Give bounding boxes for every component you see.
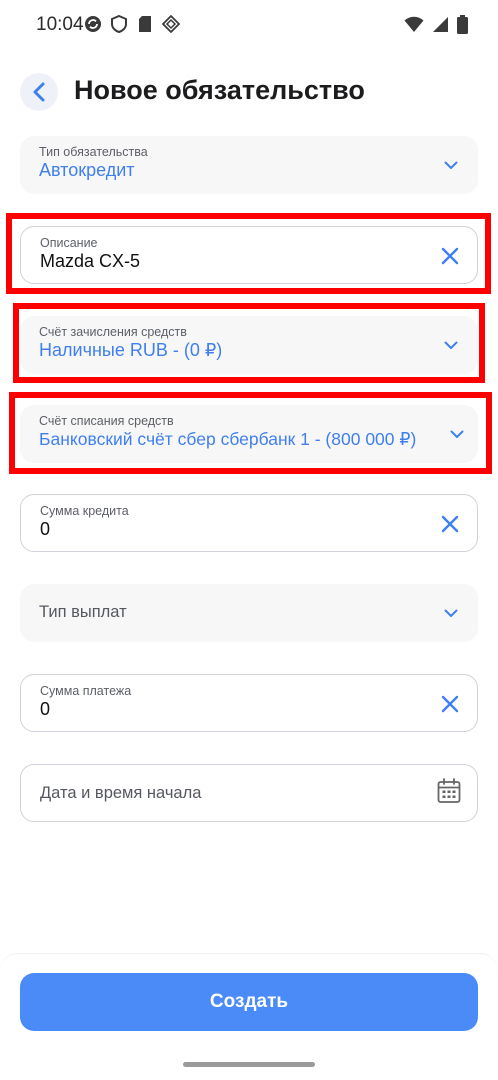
screen: 10:04 Новое обязательство Тип обязательс… [0, 0, 498, 1080]
payment-amount-value: 0 [40, 699, 51, 719]
description-label: Описание [40, 236, 98, 250]
clear-loan-amount-icon[interactable] [437, 511, 463, 537]
credit-account-label: Счёт зачисления средств [39, 325, 187, 339]
chevron-down-icon [438, 332, 464, 358]
shield-icon [110, 15, 128, 33]
sync-icon [84, 15, 102, 33]
status-bar: 10:04 [0, 0, 498, 50]
payment-amount-field[interactable]: Сумма платежа 0 [20, 674, 478, 732]
credit-account-value: Наличные RUB - (0 ₽) [39, 340, 223, 360]
payment-type-select[interactable]: Тип выплат [20, 584, 478, 642]
payment-amount-label: Сумма платежа [40, 684, 132, 698]
loan-amount-label: Сумма кредита [40, 504, 129, 518]
chevron-down-icon [444, 421, 470, 447]
status-time: 10:04 [36, 14, 84, 35]
credit-account-select[interactable]: Счёт зачисления средств Наличные RUB - (… [20, 316, 478, 374]
liability-type-value: Автокредит [39, 160, 135, 180]
battery-icon [457, 15, 468, 39]
liability-type-select[interactable]: Тип обязательства Автокредит [20, 136, 478, 194]
start-date-field[interactable]: Дата и время начала [20, 764, 478, 822]
back-button[interactable] [20, 73, 58, 111]
loan-amount-field[interactable]: Сумма кредита 0 [20, 494, 478, 552]
debit-account-value: Банковский счёт сбер сбербанк 1 - (800 0… [39, 429, 417, 449]
clear-payment-amount-icon[interactable] [437, 691, 463, 717]
status-icons-left [84, 15, 180, 33]
debit-account-select[interactable]: Счёт списания средств Банковский счёт сб… [20, 405, 478, 463]
chevron-down-icon [438, 600, 464, 626]
chevron-left-icon [33, 82, 45, 102]
wifi-icon [404, 16, 424, 38]
clear-description-icon[interactable] [437, 243, 463, 269]
description-value: Mazda CX-5 [40, 251, 141, 271]
diamond-icon [162, 15, 180, 33]
calendar-icon[interactable] [436, 778, 462, 804]
debit-account-label: Счёт списания средств [39, 414, 174, 428]
liability-type-label: Тип обязательства [39, 145, 148, 159]
loan-amount-value: 0 [40, 519, 51, 539]
create-button[interactable]: Создать [20, 973, 478, 1031]
gesture-nav-handle[interactable] [183, 1062, 315, 1067]
status-icons-right [404, 15, 468, 39]
signal-icon [432, 16, 449, 38]
description-field[interactable]: Описание Mazda CX-5 [20, 226, 478, 284]
start-date-placeholder: Дата и время начала [40, 784, 202, 802]
payment-type-placeholder: Тип выплат [39, 603, 127, 621]
chevron-down-icon [438, 152, 464, 178]
sd-card-icon [136, 15, 154, 33]
page-title: Новое обязательство [74, 75, 365, 105]
header: Новое обязательство [0, 66, 498, 116]
